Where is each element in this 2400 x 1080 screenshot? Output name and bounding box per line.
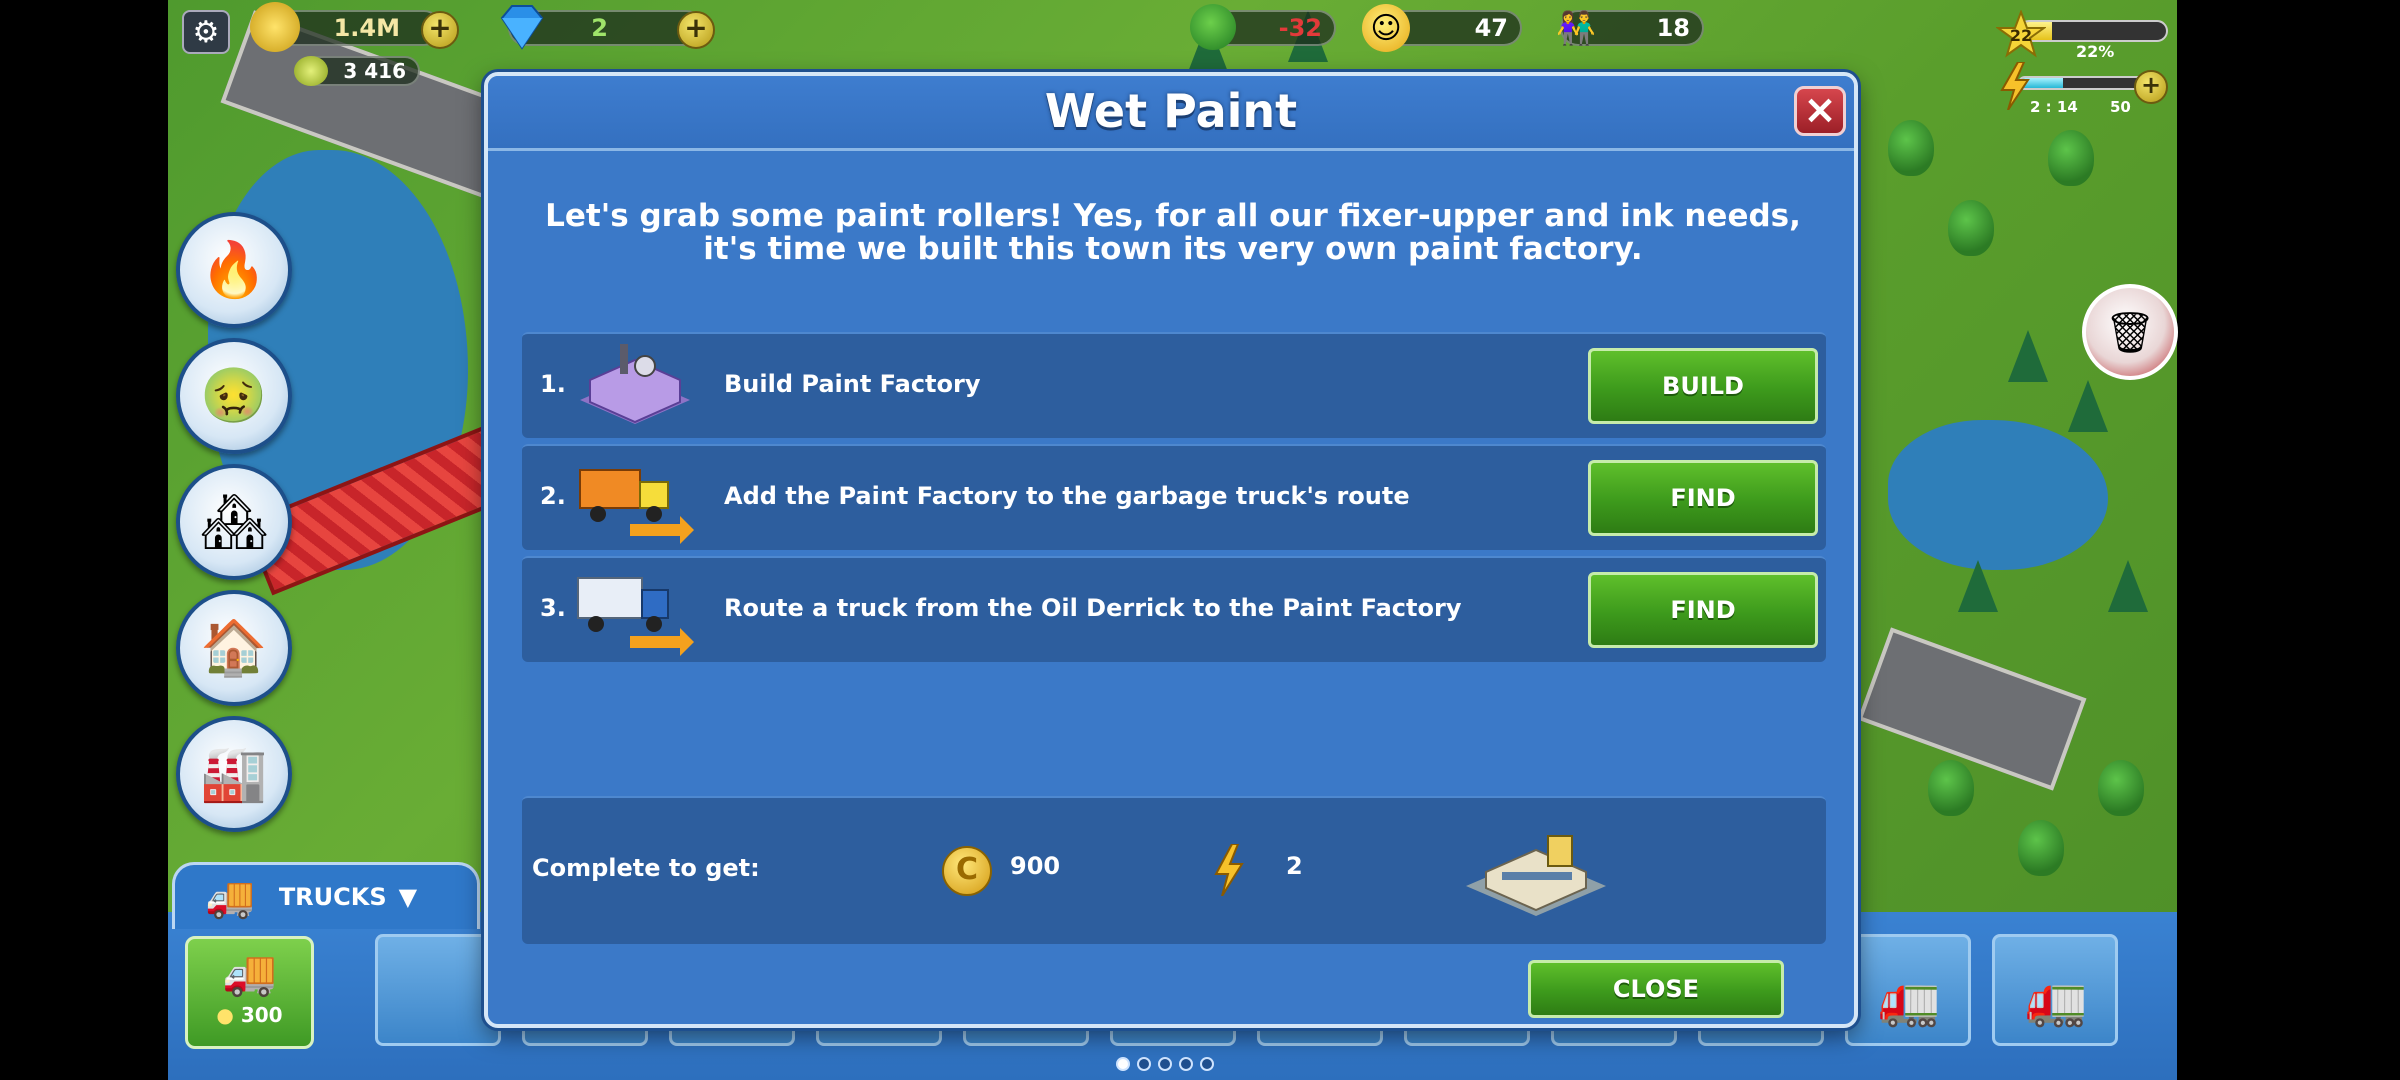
paint-factory-icon: 🏭 <box>200 742 268 805</box>
tree <box>1928 760 1974 816</box>
people-icon: 👫 <box>1556 9 1596 47</box>
tree <box>1888 120 1934 176</box>
garbage-quest-button[interactable]: 🗑 <box>2082 284 2178 380</box>
truck-slot[interactable]: 🚛 <box>1845 934 1971 1046</box>
close-button[interactable]: CLOSE <box>1528 960 1784 1018</box>
trucks-tab-label: TRUCKS <box>278 883 387 911</box>
close-icon: × <box>1803 87 1837 133</box>
energy-bolt-icon <box>1998 61 2032 111</box>
coins-value: 1.4M <box>333 14 400 42</box>
settings-button[interactable]: ⚙ <box>182 10 230 54</box>
health-button[interactable]: 🤢 <box>176 338 292 454</box>
buildings-button[interactable]: 🏘 <box>176 464 292 580</box>
page-dot[interactable] <box>1179 1057 1193 1071</box>
tree-environment-icon <box>1190 4 1236 50</box>
pine-tree <box>2008 330 2048 382</box>
upgrade-house-icon: 🏠 <box>200 616 268 679</box>
truck-icon: 🚚 <box>205 874 255 921</box>
dialog-header: Wet Paint × <box>488 76 1854 151</box>
energy-bar <box>2018 76 2146 90</box>
trucks-tab[interactable]: 🚚 TRUCKS ▼ <box>172 862 480 929</box>
paint-factory-icon <box>570 340 700 432</box>
pine-tree <box>2108 560 2148 612</box>
diamonds-value: 2 <box>591 14 608 42</box>
tree <box>2018 820 2064 876</box>
road <box>1857 627 2087 791</box>
coins-icon <box>250 2 300 52</box>
chevron-down-icon: ▼ <box>398 883 418 911</box>
add-energy-button[interactable]: + <box>2134 70 2168 104</box>
task-row: 1. Build Paint Factory BUILD <box>522 332 1826 438</box>
cash-value: 3 416 <box>343 59 406 83</box>
energy-max: 50 <box>2110 98 2131 116</box>
find-button[interactable]: FIND <box>1588 460 1818 536</box>
happiness-value: 47 <box>1474 14 1508 42</box>
reward-panel: Complete to get: C 900 2 <box>522 796 1826 944</box>
trash-can-icon: 🗑 <box>2104 309 2156 356</box>
level-star: 22 <box>1996 10 2046 60</box>
truck-route-icon <box>570 564 700 656</box>
task-description: Build Paint Factory <box>724 370 981 398</box>
add-truck-price: ● 300 <box>188 1003 311 1027</box>
tanker-truck-icon: 🚛 <box>2025 971 2088 1029</box>
task-number: 3. <box>540 594 566 622</box>
fire-station-button[interactable]: 🔥 <box>176 212 292 328</box>
dialog-title: Wet Paint <box>1044 84 1298 138</box>
add-truck-price-value: 300 <box>240 1003 283 1027</box>
page-dot[interactable] <box>1137 1057 1151 1071</box>
page-dot[interactable] <box>1200 1057 1214 1071</box>
page-indicator <box>1116 1057 1214 1071</box>
task-description: Add the Paint Factory to the garbage tru… <box>724 482 1410 510</box>
tanker-truck-icon: 🚛 <box>1878 971 1941 1029</box>
sick-thermometer-icon: 🤢 <box>200 364 268 427</box>
reward-label: Complete to get: <box>532 854 760 882</box>
coin-icon: ● <box>216 1003 234 1027</box>
add-truck-button[interactable]: 🚚 ● 300 <box>185 936 314 1049</box>
tree <box>2098 760 2144 816</box>
add-truck-icon: 🚚 <box>222 948 277 999</box>
gear-icon: ⚙ <box>192 14 220 50</box>
population-value: 18 <box>1656 14 1690 42</box>
reward-energy: 2 <box>1286 852 1303 880</box>
quest-description: Let's grab some paint rollers! Yes, for … <box>545 198 1801 267</box>
add-diamonds-button[interactable]: + <box>677 11 715 49</box>
coin-icon: C <box>942 846 992 896</box>
quest-dialog: Wet Paint × Let's grab some paint roller… <box>484 72 1858 1028</box>
reward-building-icon <box>1456 828 1616 920</box>
cash-icon <box>294 56 328 86</box>
xp-percent: 22% <box>2076 42 2115 61</box>
close-icon-button[interactable]: × <box>1794 86 1846 136</box>
diamond-icon <box>494 2 550 52</box>
task-description: Route a truck from the Oil Derrick to th… <box>724 594 1462 622</box>
find-button[interactable]: FIND <box>1588 572 1818 648</box>
task-row: 3. Route a truck from the Oil Derrick to… <box>522 556 1826 662</box>
happy-face-icon: ☺ <box>1362 4 1410 52</box>
reward-coins: 900 <box>1010 852 1061 880</box>
fire-station-icon: 🔥 <box>200 238 268 301</box>
task-number: 2. <box>540 482 566 510</box>
tree <box>2048 130 2094 186</box>
environment-value: -32 <box>1278 14 1322 42</box>
tree <box>1948 200 1994 256</box>
page-dot[interactable] <box>1116 1057 1130 1071</box>
energy-bolt-icon <box>1212 843 1246 897</box>
build-button[interactable]: BUILD <box>1588 348 1818 424</box>
pine-tree <box>1958 560 1998 612</box>
truck-slot[interactable]: 🚛 <box>1992 934 2118 1046</box>
add-coins-button[interactable]: + <box>421 11 459 49</box>
energy-timer: 2 : 14 <box>2030 98 2078 116</box>
pond-water <box>1888 420 2108 570</box>
truck-slot[interactable] <box>375 934 501 1046</box>
task-row: 2. Add the Paint Factory to the garbage … <box>522 444 1826 550</box>
task-number: 1. <box>540 370 566 398</box>
pine-tree <box>2068 380 2108 432</box>
page-dot[interactable] <box>1158 1057 1172 1071</box>
paint-factory-quest-button[interactable]: 🏭 <box>176 716 292 832</box>
garbage-truck-route-icon <box>570 452 700 544</box>
buildings-icon: 🏘 <box>199 490 269 553</box>
level-value: 22 <box>2009 25 2033 45</box>
upgrade-button[interactable]: 🏠 <box>176 590 292 706</box>
